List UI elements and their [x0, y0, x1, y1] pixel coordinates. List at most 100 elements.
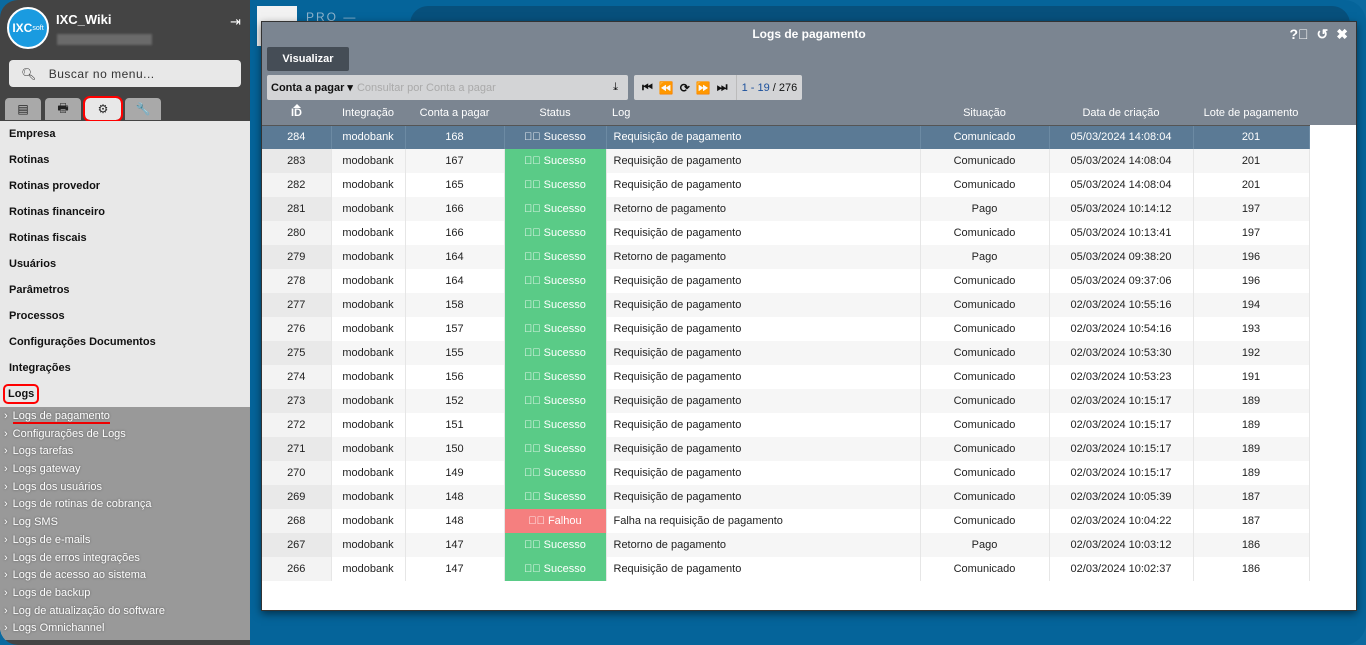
cell-log: Requisição de pagamento — [606, 461, 921, 485]
filter-bar: Conta a pagar ▾ Consultar por Conta a pa… — [267, 75, 628, 100]
cell-lote: 186 — [1193, 533, 1310, 557]
cell-lote: 191 — [1193, 365, 1310, 389]
chevron-right-icon: › — [4, 604, 8, 617]
logout-icon[interactable]: ⇥ — [230, 14, 241, 30]
history-icon[interactable]: ↺ — [1317, 26, 1329, 43]
check-circle-icon: ✓⃝ — [524, 131, 541, 144]
table-row[interactable]: 277 modobank 158 ✓⃝ Sucesso Requisição de pa… — [262, 293, 1310, 317]
table-row[interactable]: 272 modobank 151 ✓⃝ Sucesso Requisição de pa… — [262, 413, 1310, 437]
cell-id: 282 — [262, 173, 332, 197]
menu-item[interactable]: Parâmetros — [0, 277, 250, 303]
submenu-item[interactable]: › Logs de erros integrações — [0, 550, 250, 568]
menu-item[interactable]: Logs — [0, 381, 250, 407]
check-circle-icon: ✓⃝ — [524, 443, 541, 455]
table-row[interactable]: 274 modobank 156 ✓⃝ Sucesso Requisição de pa… — [262, 365, 1310, 389]
column-header[interactable]: Conta a pagar — [405, 102, 504, 126]
table-row[interactable]: 283 modobank 167 ✓⃝ Sucesso Requisição de pa… — [262, 149, 1310, 173]
menu-item[interactable]: Rotinas — [0, 147, 250, 173]
user-detail-blurred — [57, 34, 152, 45]
submenu-item[interactable]: › Logs de pagamento — [0, 408, 250, 426]
column-header[interactable]: Situação — [920, 102, 1049, 126]
filter-field-select[interactable]: Conta a pagar ▾ — [271, 81, 353, 94]
cell-situacao: Comunicado — [920, 365, 1050, 389]
submenu-item[interactable]: › Logs de acesso ao sistema — [0, 567, 250, 585]
table-row[interactable]: 267 modobank 147 ✓⃝ Sucesso Retorno de pagam… — [262, 533, 1310, 557]
cell-situacao: Comunicado — [920, 509, 1050, 533]
submenu-item[interactable]: › Logs de backup — [0, 585, 250, 603]
column-header[interactable]: Log — [606, 102, 920, 126]
check-circle-icon: ✓⃝ — [524, 251, 541, 263]
submenu-item[interactable]: › Logs gateway — [0, 461, 250, 479]
cell-situacao: Comunicado — [920, 389, 1050, 413]
table-row[interactable]: 271 modobank 150 ✓⃝ Sucesso Requisição de pa… — [262, 437, 1310, 461]
submenu-item[interactable]: › Configurações de Logs — [0, 426, 250, 444]
submenu-item[interactable]: › Logs Omnichannel — [0, 620, 250, 638]
submenu-item[interactable]: › Logs dos usuários — [0, 479, 250, 497]
close-icon[interactable]: ✖ — [1336, 26, 1348, 43]
sidebar-tab-list-icon[interactable]: ▤ — [5, 98, 41, 120]
cell-log: Requisição de pagamento — [606, 437, 921, 461]
table-row[interactable]: 282 modobank 165 ✓⃝ Sucesso Requisição de pa… — [262, 173, 1310, 197]
first-page-icon[interactable]: ⏮ — [642, 80, 653, 95]
menu-item[interactable]: Empresa — [0, 121, 250, 147]
table-row[interactable]: 280 modobank 166 ✓⃝ Sucesso Requisição de pa… — [262, 221, 1310, 245]
prev-page-icon[interactable]: ⏪ — [659, 81, 674, 95]
download-icon[interactable]: ⤓ — [613, 81, 618, 94]
cell-conta: 165 — [405, 173, 505, 197]
cell-data: 02/03/2024 10:15:17 — [1049, 389, 1194, 413]
submenu-item[interactable]: › Logs de e-mails — [0, 532, 250, 550]
menu-item[interactable]: Rotinas financeiro — [0, 199, 250, 225]
table-row[interactable]: 284 modobank 168 ✓⃝ Sucesso Requisição de pa… — [262, 125, 1310, 149]
table-row[interactable]: 281 modobank 166 ✓⃝ Sucesso Retorno de pagam… — [262, 197, 1310, 221]
menu-item[interactable]: Configurações Documentos — [0, 329, 250, 355]
menu-item[interactable]: Rotinas provedor — [0, 173, 250, 199]
menu-search-input[interactable]: 🔍︎ Buscar no menu... — [9, 60, 241, 87]
sidebar: IXC soft IXC_Wiki ⇥ 🔍︎ Buscar no menu... ▤… — [0, 0, 250, 645]
refresh-icon[interactable]: ⟳ — [680, 81, 690, 95]
cell-situacao: Comunicado — [920, 341, 1050, 365]
menu-item[interactable]: Usuários — [0, 251, 250, 277]
sidebar-tab-printer-icon[interactable]: 🖶 — [45, 98, 81, 120]
table-row[interactable]: 268 modobank 148 ✕⃝ Falhou Falha na requisiç… — [262, 509, 1310, 533]
username: IXC_Wiki — [56, 12, 112, 27]
next-page-icon[interactable]: ⏩ — [696, 81, 711, 95]
chevron-right-icon: › — [4, 533, 8, 546]
cell-data: 02/03/2024 10:53:23 — [1049, 365, 1194, 389]
tab-visualizar[interactable]: Visualizar — [267, 47, 349, 71]
cell-conta: 156 — [405, 365, 505, 389]
cell-data: 02/03/2024 10:15:17 — [1049, 437, 1194, 461]
submenu-item[interactable]: › Log de atualização do software — [0, 603, 250, 621]
cell-integracao: modobank — [331, 293, 406, 317]
menu-item[interactable]: Rotinas fiscais — [0, 225, 250, 251]
filter-input[interactable]: Consultar por Conta a pagar — [357, 82, 609, 94]
cell-conta: 151 — [405, 413, 505, 437]
table-row[interactable]: 273 modobank 152 ✓⃝ Sucesso Requisição de pa… — [262, 389, 1310, 413]
column-header[interactable]: ID — [262, 102, 331, 126]
sidebar-tab-wrench-icon[interactable]: 🔧 — [125, 98, 161, 120]
table-row[interactable]: 270 modobank 149 ✓⃝ Sucesso Requisição de pa… — [262, 461, 1310, 485]
check-circle-icon: ✓⃝ — [524, 227, 541, 239]
column-header[interactable]: Integração — [331, 102, 405, 126]
column-header[interactable]: Lote de pagamento — [1193, 102, 1309, 126]
table-row[interactable]: 278 modobank 164 ✓⃝ Sucesso Requisição de pa… — [262, 269, 1310, 293]
last-page-icon[interactable]: ⏭ — [717, 80, 728, 95]
cell-situacao: Comunicado — [920, 293, 1050, 317]
check-circle-icon: ✓⃝ — [524, 275, 541, 287]
cell-log: Requisição de pagamento — [606, 413, 921, 437]
submenu-item[interactable]: › Logs tarefas — [0, 443, 250, 461]
column-header[interactable]: Status — [504, 102, 606, 126]
submenu-item[interactable]: › Logs de rotinas de cobrança — [0, 496, 250, 514]
menu-item[interactable]: Processos — [0, 303, 250, 329]
table-row[interactable]: 279 modobank 164 ✓⃝ Sucesso Retorno de pagam… — [262, 245, 1310, 269]
table-row[interactable]: 275 modobank 155 ✓⃝ Sucesso Requisição de pa… — [262, 341, 1310, 365]
table-row[interactable]: 266 modobank 147 ✓⃝ Sucesso Requisição de pa… — [262, 557, 1310, 581]
column-header[interactable]: Data de criação — [1049, 102, 1193, 126]
submenu-item[interactable]: › Log SMS — [0, 514, 250, 532]
cell-conta: 166 — [405, 197, 505, 221]
menu-item[interactable]: Integrações — [0, 355, 250, 381]
sidebar-tab-gears-icon[interactable]: ⚙ — [83, 96, 123, 122]
help-icon[interactable]: ?⃝ — [1289, 26, 1308, 43]
cell-lote: 197 — [1193, 197, 1310, 221]
table-row[interactable]: 269 modobank 148 ✓⃝ Sucesso Requisição de pa… — [262, 485, 1310, 509]
table-row[interactable]: 276 modobank 157 ✓⃝ Sucesso Requisição de pa… — [262, 317, 1310, 341]
